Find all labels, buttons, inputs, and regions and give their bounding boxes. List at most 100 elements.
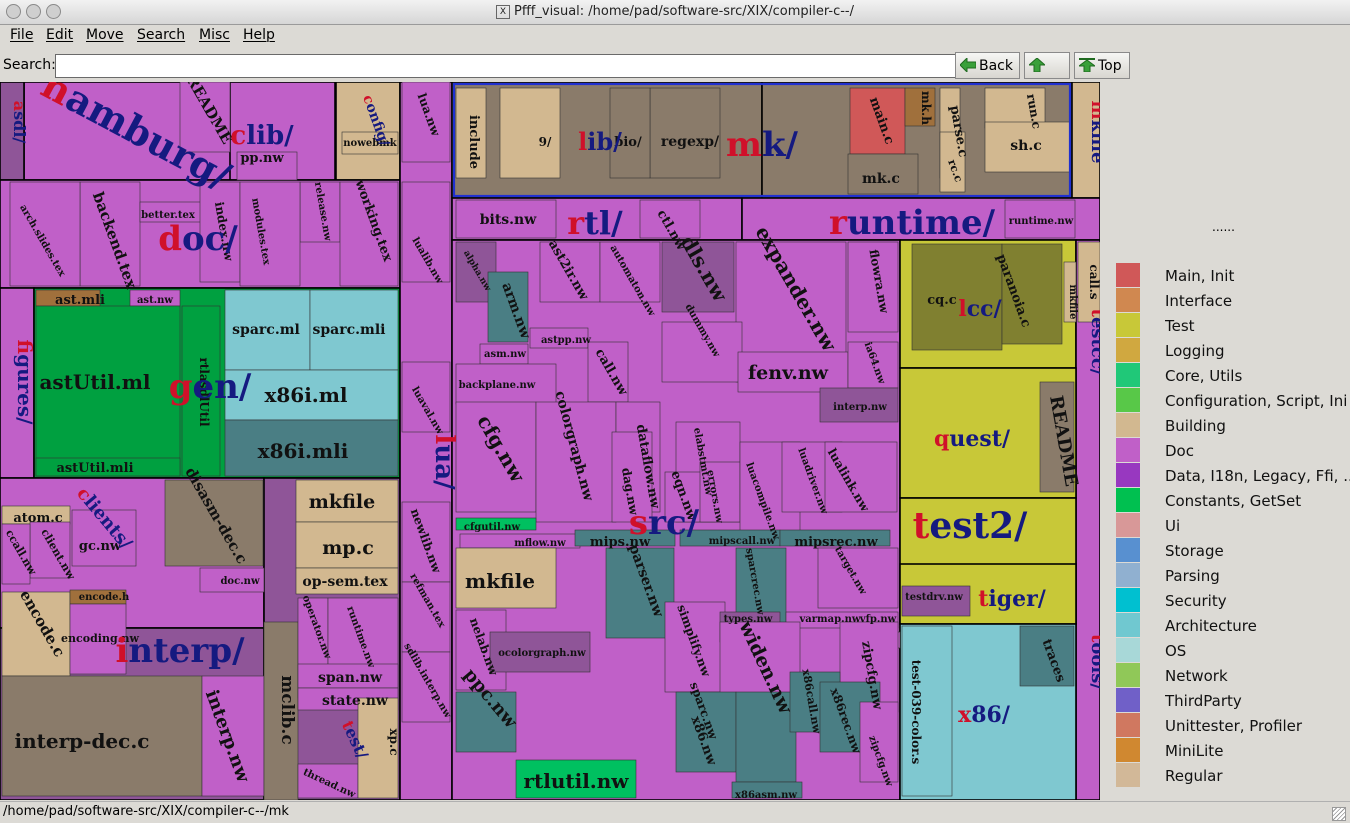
- file-label: mkfile: [1067, 285, 1078, 320]
- dir-label: src/: [629, 503, 700, 543]
- file-label: cfgutil.nw: [464, 522, 521, 533]
- menu-misc[interactable]: Misc: [199, 27, 230, 43]
- file-label: call.s: [1087, 264, 1100, 299]
- file-label: sparc.ml: [232, 322, 300, 338]
- legend-label: Unittester, Profiler: [1165, 717, 1303, 735]
- legend-swatch: [1116, 713, 1140, 737]
- legend-label: Storage: [1165, 542, 1224, 560]
- top-label: Top: [1098, 58, 1122, 74]
- file-label: interp.nw: [833, 402, 887, 413]
- legend-swatch: [1116, 263, 1140, 287]
- dir-label: rtl/: [567, 204, 623, 242]
- file-label: cq.c: [927, 293, 957, 308]
- file-label: rtlutil.nw: [523, 769, 629, 793]
- menu-move[interactable]: Move: [86, 27, 124, 43]
- legend-swatch: [1116, 638, 1140, 662]
- file-label: astpp.nw: [541, 335, 591, 346]
- file-label: mkfile: [309, 491, 375, 513]
- file-label: mk.c: [862, 171, 900, 187]
- legend-label: Parsing: [1165, 567, 1220, 585]
- dir-label: interp/: [115, 631, 245, 671]
- menu-file[interactable]: File: [10, 27, 33, 43]
- file-label: astUtil.mli: [56, 461, 133, 476]
- file-label: ast.nw: [137, 295, 173, 306]
- file-label: x86i.ml: [264, 383, 347, 407]
- menu-search[interactable]: Search: [137, 27, 185, 43]
- file-label: mkfile: [465, 569, 535, 593]
- top-button[interactable]: Top: [1074, 52, 1130, 79]
- legend-label: Constants, GetSet: [1165, 492, 1302, 510]
- dir-label: figures/: [13, 340, 37, 426]
- legend-swatch: [1116, 488, 1140, 512]
- title-bar: X Pfff_visual: /home/pad/software-src/XIX…: [0, 0, 1350, 25]
- menu-edit[interactable]: Edit: [46, 27, 73, 43]
- search-input[interactable]: [55, 54, 960, 78]
- file-label: runtime.nw: [1009, 216, 1074, 227]
- legend-label: OS: [1165, 642, 1187, 660]
- file-label: encode.h: [79, 592, 130, 603]
- file-label: mclib.c: [277, 675, 297, 744]
- file-label: varmap.nw: [799, 614, 861, 625]
- resize-grip-icon[interactable]: [1332, 807, 1346, 821]
- legend-swatch: [1116, 388, 1140, 412]
- legend-swatch: [1116, 588, 1140, 612]
- dir-label: asdl/: [10, 101, 29, 144]
- legend-swatch: [1116, 513, 1140, 537]
- dir-label: quest/: [934, 426, 1011, 452]
- status-bar: /home/pad/software-src/XIX/compiler-c--/…: [0, 801, 1350, 823]
- legend-label: Regular: [1165, 767, 1223, 785]
- file-label: atom.c: [13, 511, 62, 526]
- file-label: x86i.mli: [258, 439, 349, 463]
- legend-swatch: [1116, 763, 1140, 787]
- dir-label: mkfile: [1087, 101, 1100, 164]
- back-button[interactable]: Back: [955, 52, 1020, 79]
- back-arrow-icon: [960, 58, 976, 72]
- file-label: vfp.nw: [859, 614, 897, 625]
- file-label: mp.c: [322, 537, 374, 559]
- dir-label: doc/: [158, 219, 238, 259]
- file-label: astUtil.ml: [39, 370, 150, 394]
- file-label: 9/: [539, 135, 552, 149]
- up-button[interactable]: Up: [1024, 52, 1070, 101]
- x-app-icon: X: [496, 4, 510, 19]
- file-label: xp.c: [387, 728, 401, 755]
- treemap-canvas[interactable]: READMEpp.nwnowebmkbackend.tex better.tex i…: [0, 82, 1100, 800]
- menu-help[interactable]: Help: [243, 27, 275, 43]
- legend-label: ThirdParty: [1165, 692, 1242, 710]
- dir-label: gen/: [169, 367, 252, 407]
- file-label: pp.nw: [240, 151, 284, 166]
- legend-swatch: [1116, 438, 1140, 462]
- window-title: Pfff_visual: /home/pad/software-src/XIX/…: [514, 4, 854, 19]
- legend-label: Data, I18n, Legacy, Ffi, ...: [1165, 467, 1350, 485]
- back-label: Back: [979, 58, 1013, 74]
- file-label: include: [466, 115, 481, 169]
- file-label: backplane.nw: [459, 380, 536, 391]
- legend-swatch: [1116, 413, 1140, 437]
- top-arrow-icon: [1079, 58, 1095, 72]
- legend-swatch: [1116, 663, 1140, 687]
- legend-header: ......: [1212, 220, 1235, 234]
- search-label: Search:: [3, 57, 56, 73]
- dir-label: lib/: [578, 127, 622, 156]
- legend-swatch: [1116, 563, 1140, 587]
- dir-label: tools/: [1087, 634, 1100, 690]
- file-label: mflow.nw: [514, 538, 566, 549]
- legend-swatch: [1116, 538, 1140, 562]
- file-label: state.nw: [322, 693, 389, 709]
- file-label: ocolorgraph.nw: [498, 648, 586, 659]
- legend-label: Core, Utils: [1165, 367, 1243, 385]
- file-tile[interactable]: [499, 87, 561, 179]
- file-tile[interactable]: [239, 181, 301, 287]
- file-tile[interactable]: [649, 87, 721, 179]
- file-label: x86asm.nw: [735, 790, 797, 800]
- dir-label: tiger/: [978, 586, 1047, 612]
- legend-label: Building: [1165, 417, 1226, 435]
- search-bar: Search: Back Up Top: [0, 50, 1350, 101]
- legend-swatch: [1116, 738, 1140, 762]
- legend-label: Main, Init: [1165, 267, 1235, 285]
- legend-swatch: [1116, 338, 1140, 362]
- dir-label: lua/: [429, 434, 459, 490]
- file-label: interp-dec.c: [15, 729, 150, 753]
- legend-label: Logging: [1165, 342, 1225, 360]
- status-path: /home/pad/software-src/XIX/compiler-c--/…: [3, 804, 289, 819]
